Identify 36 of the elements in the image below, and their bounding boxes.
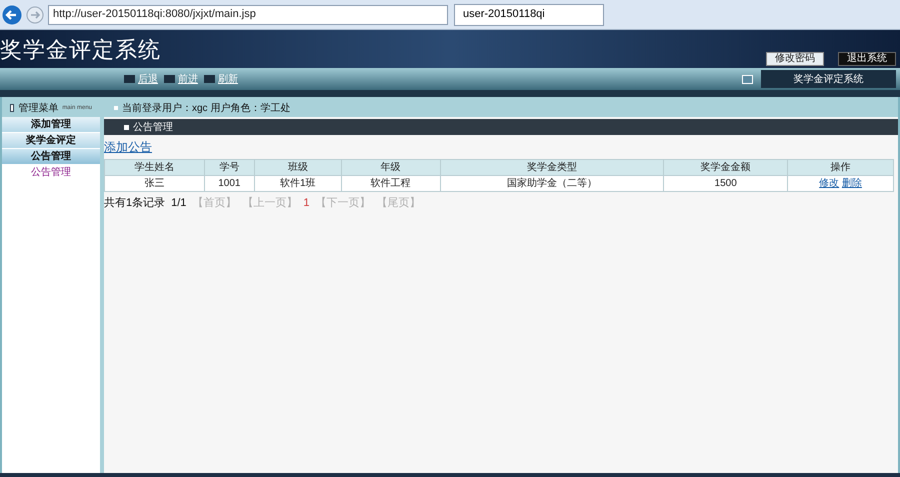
delete-link[interactable]: 删除 [842,178,862,189]
menu-group[interactable]: 公告管理 [2,149,100,165]
logout-button[interactable]: 退出系统 [838,52,896,66]
edit-link[interactable]: 修改 [819,178,840,189]
column-header: 班级 [254,160,342,176]
menu-item[interactable]: 公告管理 [2,165,100,179]
table-cell: 软件1班 [254,176,342,192]
menu-title: 管理菜单 [18,102,58,116]
table-cell: 国家助学金（二等） [440,176,664,192]
section-title: 公告管理 [133,120,173,134]
column-header: 学生姓名 [104,160,204,176]
table-cell: 1500 [664,176,788,192]
table-cell: 1001 [204,176,254,192]
change-password-button[interactable]: 修改密码 [766,52,824,66]
bullet-icon [114,106,118,110]
address-bar[interactable]: http://user-20150118qi:8080/jxjxt/main.jsp [48,4,448,24]
column-header: 奖学金类型 [440,160,664,176]
column-header: 奖学金金额 [664,160,788,176]
back-icon[interactable] [2,4,22,24]
table-cell: 张三 [104,176,204,192]
column-header: 年级 [341,160,440,176]
menu-group[interactable]: 添加管理 [2,117,100,133]
user-info: 当前登录用户：xgc 用户角色：学工处 [122,102,290,116]
record-count: 共有1条记录 [104,196,166,211]
table-cell: 软件工程 [341,176,440,192]
page-link[interactable]: 1 [303,195,310,212]
bullet-icon [124,124,129,130]
column-header: 操作 [788,160,894,176]
page-indicator: 1/1 [171,196,186,211]
menu-group[interactable]: 奖学金评定 [2,133,100,149]
app-title: 奖学金评定系统 [0,36,161,64]
menu-icon [10,104,14,112]
screen-icon [742,74,753,84]
browser-tab[interactable]: user-20150118qi [454,4,604,26]
add-link[interactable]: 添加公告 [104,140,152,154]
system-button[interactable]: 奖学金评定系统 [761,70,896,88]
